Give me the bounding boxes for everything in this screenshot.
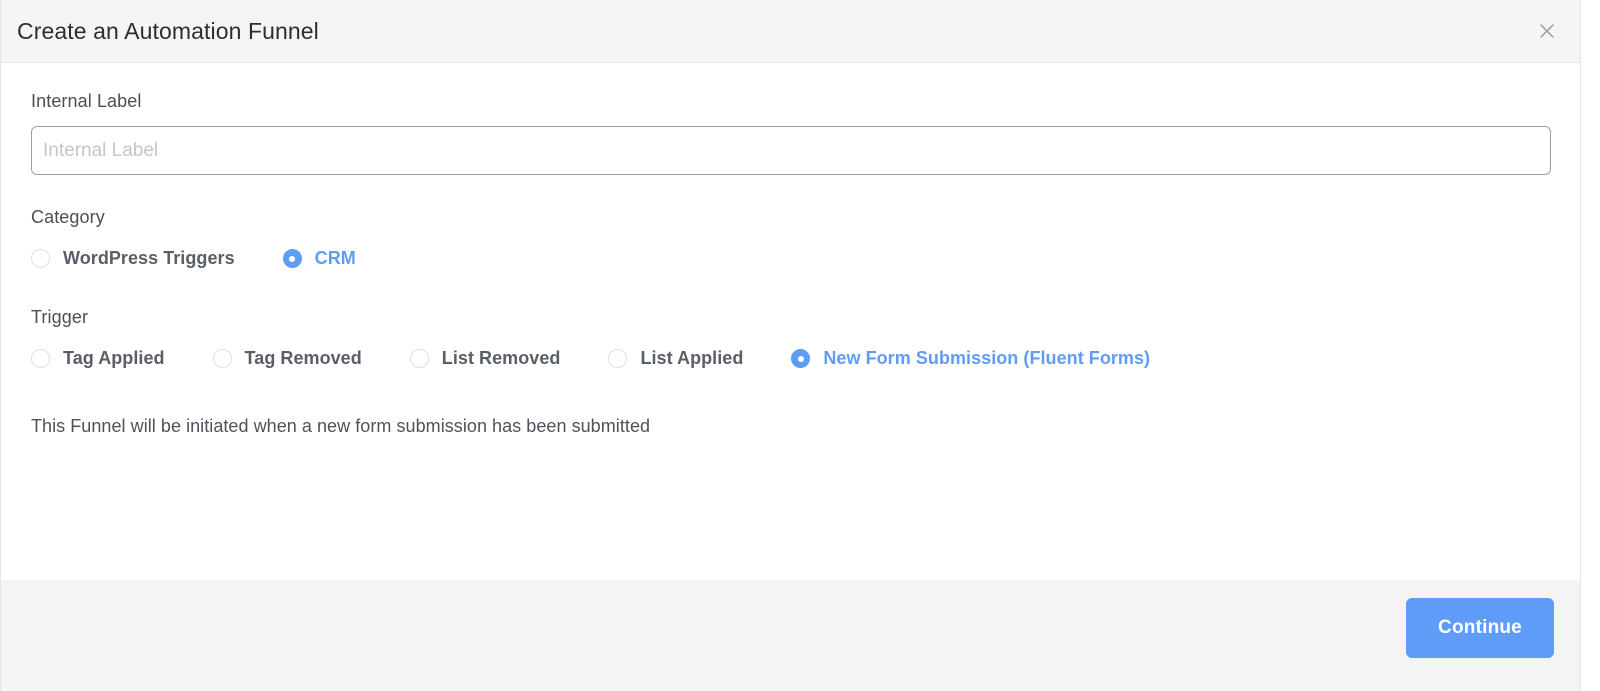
radio-label: Tag Removed	[244, 348, 362, 368]
radio-label: WordPress Triggers	[63, 248, 235, 268]
category-radio-group: WordPress Triggers CRM	[31, 248, 1550, 269]
radio-label: Tag Applied	[63, 348, 165, 368]
radio-label: List Applied	[640, 348, 744, 368]
create-automation-funnel-dialog: Create an Automation Funnel Internal Lab…	[0, 0, 1581, 691]
dialog-body: Internal Label Category WordPress Trigge…	[1, 63, 1580, 580]
radio-label: CRM	[314, 248, 356, 268]
trigger-description: This Funnel will be initiated when a new…	[31, 416, 651, 436]
radio-wordpress-triggers[interactable]: WordPress Triggers	[31, 248, 235, 269]
category-heading: Category	[31, 207, 105, 227]
dialog-footer: Continue	[1, 580, 1580, 691]
radio-label: New Form Submission (Fluent Forms)	[823, 348, 1151, 368]
radio-circle-selected-icon	[791, 349, 811, 368]
radio-crm[interactable]: CRM	[282, 248, 356, 269]
close-icon-glyph	[1540, 24, 1554, 38]
radio-circle-icon	[212, 349, 232, 368]
radio-label: List Removed	[441, 348, 561, 368]
dialog-title: Create an Automation Funnel	[17, 17, 319, 44]
internal-label-input[interactable]	[31, 126, 1551, 175]
trigger-heading: Trigger	[31, 307, 89, 327]
radio-circle-icon	[31, 249, 50, 268]
radio-circle-selected-icon	[282, 249, 302, 268]
radio-new-form-submission[interactable]: New Form Submission (Fluent Forms)	[791, 348, 1150, 369]
radio-circle-icon	[409, 349, 429, 368]
trigger-radio-group: Tag Applied Tag Removed List Removed Lis…	[31, 348, 1550, 369]
radio-tag-removed[interactable]: Tag Removed	[212, 348, 362, 369]
radio-tag-applied[interactable]: Tag Applied	[31, 348, 165, 369]
radio-list-removed[interactable]: List Removed	[409, 348, 561, 369]
internal-label-label: Internal Label	[31, 91, 142, 111]
radio-list-applied[interactable]: List Applied	[608, 348, 743, 369]
category-section: Category WordPress Triggers CRM	[31, 207, 1550, 269]
radio-circle-icon	[31, 349, 50, 368]
close-icon[interactable]	[1534, 18, 1560, 44]
continue-button[interactable]: Continue	[1406, 598, 1554, 658]
trigger-section: Trigger Tag Applied Tag Removed List Rem…	[31, 307, 1550, 369]
dialog-header: Create an Automation Funnel	[1, 0, 1580, 63]
radio-circle-icon	[608, 349, 628, 368]
